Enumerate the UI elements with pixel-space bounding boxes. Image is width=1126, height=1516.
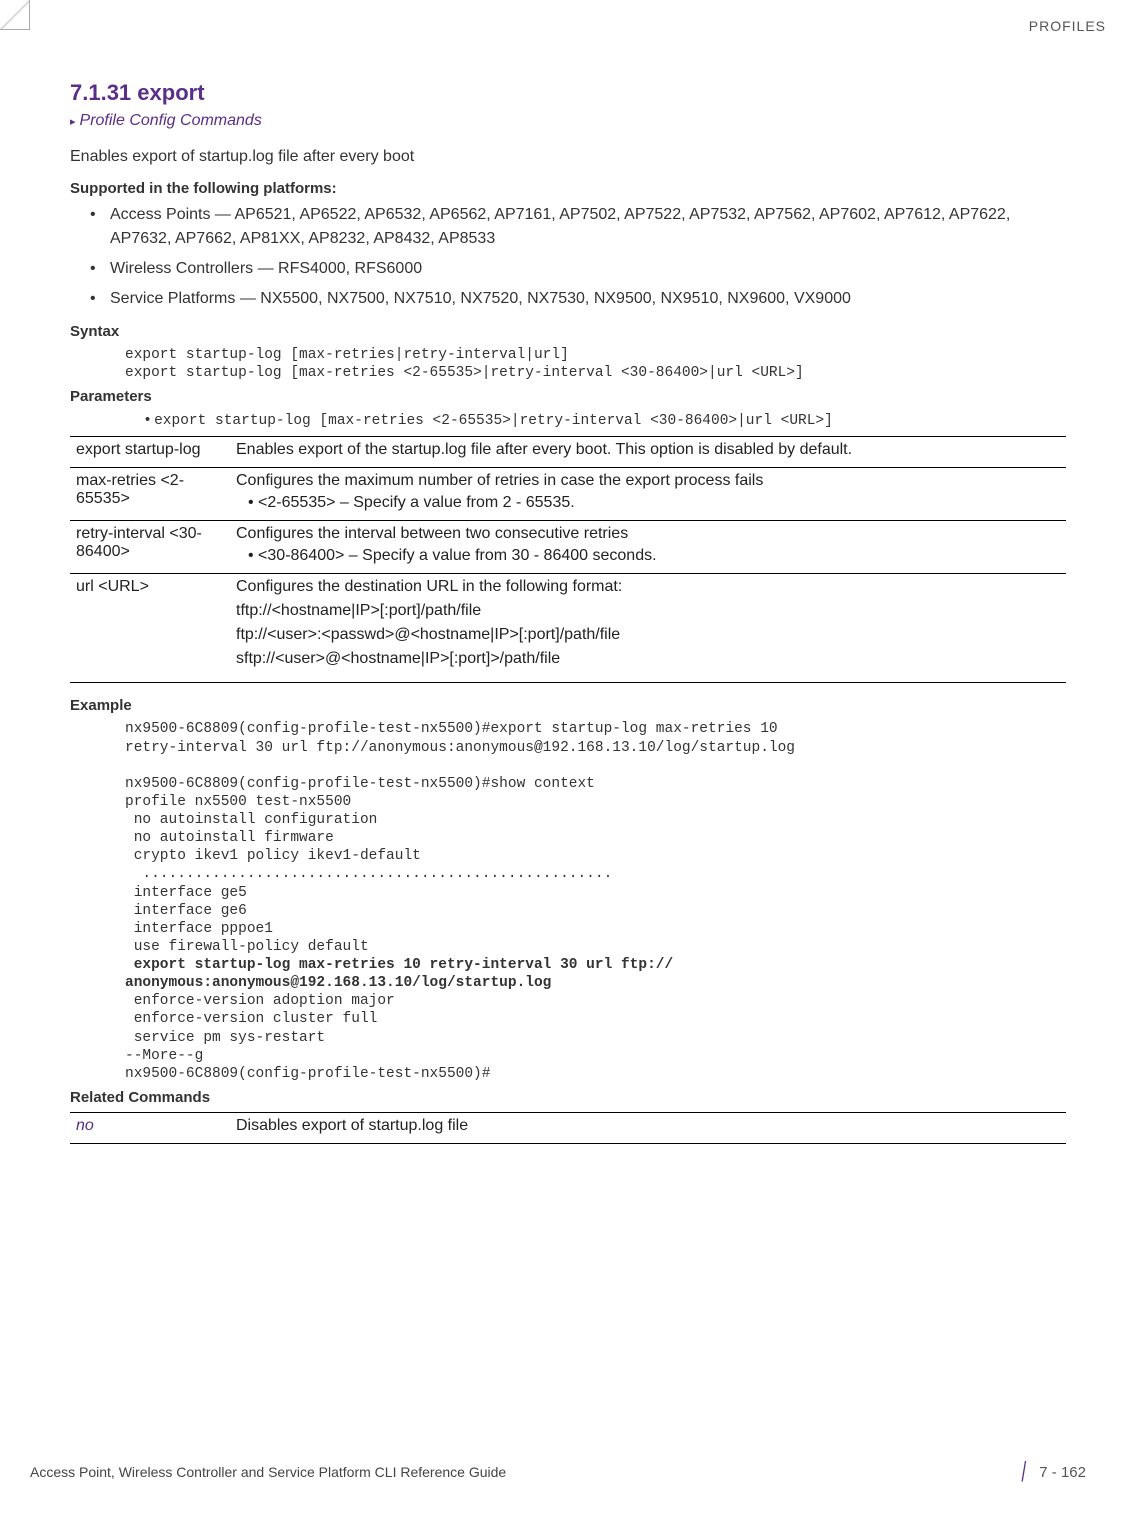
example-post: enforce-version adoption major enforce-v…: [125, 993, 490, 1082]
platform-item: Wireless Controllers — RFS4000, RFS6000: [110, 257, 1066, 281]
table-row: export startup-log Enables export of the…: [70, 437, 1066, 468]
intro-paragraph: Enables export of startup.log file after…: [70, 148, 1066, 166]
related-cmd-desc: Disables export of startup.log file: [230, 1112, 1066, 1143]
example-label: Example: [70, 697, 1066, 714]
example-bold: export startup-log max-retries 10 retry-…: [125, 957, 673, 991]
breadcrumb: Profile Config Commands: [70, 112, 1066, 130]
param-sub-item: <30-86400> – Specify a value from 30 - 8…: [248, 547, 1058, 565]
related-cmd-name: no: [70, 1112, 230, 1143]
table-row: retry-interval <30-86400> Configures the…: [70, 521, 1066, 574]
parameters-label: Parameters: [70, 388, 1066, 405]
param-sub-item: <2-65535> – Specify a value from 2 - 655…: [248, 494, 1058, 512]
param-desc-text: Configures the interval between two cons…: [236, 525, 628, 542]
param-desc: Configures the destination URL in the fo…: [230, 574, 1066, 683]
param-name: export startup-log: [70, 437, 230, 468]
related-commands-table: no Disables export of startup.log file: [70, 1112, 1066, 1144]
param-desc: Configures the maximum number of retries…: [230, 468, 1066, 521]
table-row: max-retries <2-65535> Configures the max…: [70, 468, 1066, 521]
supported-platforms-label: Supported in the following platforms:: [70, 180, 1066, 197]
table-row: url <URL> Configures the destination URL…: [70, 574, 1066, 683]
related-commands-label: Related Commands: [70, 1089, 1066, 1106]
param-url-format: tftp://<hostname|IP>[:port]/path/file: [236, 602, 1058, 620]
header-section-name: PROFILES: [1029, 18, 1106, 34]
platform-item: Access Points — AP6521, AP6522, AP6532, …: [110, 203, 1066, 251]
param-name: max-retries <2-65535>: [70, 468, 230, 521]
syntax-label: Syntax: [70, 323, 1066, 340]
page-title: 7.1.31 export: [70, 80, 1066, 106]
param-desc-text: Configures the destination URL in the fo…: [236, 578, 1058, 596]
parameters-table: export startup-log Enables export of the…: [70, 436, 1066, 683]
page-number: 7 - 162: [1039, 1464, 1086, 1481]
platform-item: Service Platforms — NX5500, NX7500, NX75…: [110, 287, 1066, 311]
parameters-header: export startup-log [max-retries <2-65535…: [145, 411, 1066, 430]
page-content: 7.1.31 export Profile Config Commands En…: [70, 80, 1066, 1144]
example-pre: nx9500-6C8809(config-profile-test-nx5500…: [125, 721, 795, 955]
param-url-format: sftp://<user>@<hostname|IP>[:port]>/path…: [236, 650, 1058, 668]
param-name: url <URL>: [70, 574, 230, 683]
table-row: no Disables export of startup.log file: [70, 1112, 1066, 1143]
page-corner-fold: [0, 0, 30, 30]
footer: Access Point, Wireless Controller and Se…: [30, 1456, 1086, 1488]
footer-divider-icon: /: [1021, 1456, 1026, 1488]
param-desc: Configures the interval between two cons…: [230, 521, 1066, 574]
platform-list: Access Points — AP6521, AP6522, AP6532, …: [70, 203, 1066, 311]
param-url-format: ftp://<user>:<passwd>@<hostname|IP>[:por…: [236, 626, 1058, 644]
param-desc-text: Configures the maximum number of retries…: [236, 472, 763, 489]
footer-doc-title: Access Point, Wireless Controller and Se…: [30, 1464, 506, 1480]
param-name: retry-interval <30-86400>: [70, 521, 230, 574]
example-code: nx9500-6C8809(config-profile-test-nx5500…: [125, 720, 1066, 1083]
footer-right: / 7 - 162: [1020, 1456, 1086, 1488]
syntax-code: export startup-log [max-retries|retry-in…: [125, 346, 1066, 382]
param-desc: Enables export of the startup.log file a…: [230, 437, 1066, 468]
